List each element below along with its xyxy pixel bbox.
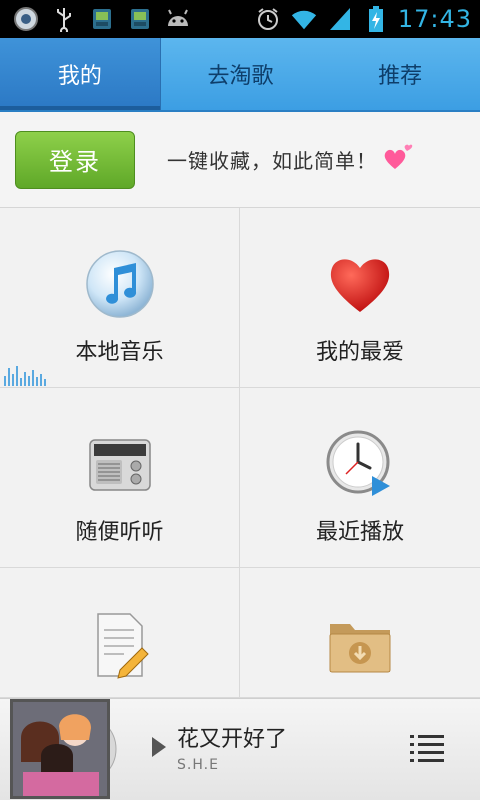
tab-recommend[interactable]: 推荐 (320, 38, 480, 110)
artist-name: S.H.E (177, 757, 219, 773)
now-playing-bar[interactable]: 花又开好了 S.H.E (0, 698, 480, 800)
slogan-text: 一键收藏，如此简单！ (167, 149, 377, 173)
alarm-icon (254, 5, 282, 33)
grid-item-local-music[interactable]: 本地音乐 (0, 208, 240, 388)
android-icon (164, 5, 192, 33)
tab-find-songs[interactable]: 去淘歌 (161, 38, 321, 110)
grid-item-shuffle-listen[interactable]: 随便听听 (0, 388, 240, 568)
recent-played-label: 最近播放 (315, 520, 404, 545)
signal-icon (326, 5, 354, 33)
play-icon[interactable] (150, 735, 168, 759)
heart-icon (324, 248, 396, 320)
login-button[interactable]: 登录 (15, 130, 135, 189)
grid-item-favorites[interactable]: 我的最爱 (240, 208, 480, 388)
playlist-icon[interactable] (410, 733, 444, 763)
equalizer-icon (4, 364, 46, 386)
status-bar: 17:43 (0, 0, 480, 38)
song-title: 花又开好了 (177, 727, 288, 752)
android-app-icon (126, 5, 154, 33)
radio-icon (84, 428, 156, 500)
login-row: 登录 一键收藏，如此简单！ (0, 112, 480, 208)
music-app-screen: 17:43 我的 去淘歌 推荐 登录 一键收藏，如此简单！ 本地音乐 我的最爱 … (0, 0, 480, 800)
grid-item-recent-played[interactable]: 最近播放 (240, 388, 480, 568)
music-note-icon (84, 248, 156, 320)
local-music-label: 本地音乐 (75, 340, 164, 365)
clock-time: 17:43 (397, 5, 472, 33)
usb-icon (50, 5, 78, 33)
android-app-icon (88, 5, 116, 33)
favorites-label: 我的最爱 (315, 340, 404, 365)
document-edit-icon (84, 608, 156, 680)
grid-item-document[interactable] (0, 568, 240, 698)
feature-grid: 本地音乐 我的最爱 随便听听 最近播放 (0, 208, 480, 698)
grid-item-downloads[interactable] (240, 568, 480, 698)
album-cover[interactable] (10, 699, 110, 799)
login-slogan: 一键收藏，如此简单！ (167, 143, 413, 176)
download-folder-icon (324, 608, 396, 680)
clock-play-icon (324, 428, 396, 500)
hearts-icon (383, 143, 413, 176)
shuffle-listen-label: 随便听听 (75, 520, 164, 545)
top-tab-bar: 我的 去淘歌 推荐 (0, 38, 480, 112)
battery-charging-icon (362, 5, 390, 33)
usb-debug-icon (12, 5, 40, 33)
wifi-icon (290, 5, 318, 33)
tab-mine[interactable]: 我的 (0, 38, 161, 110)
